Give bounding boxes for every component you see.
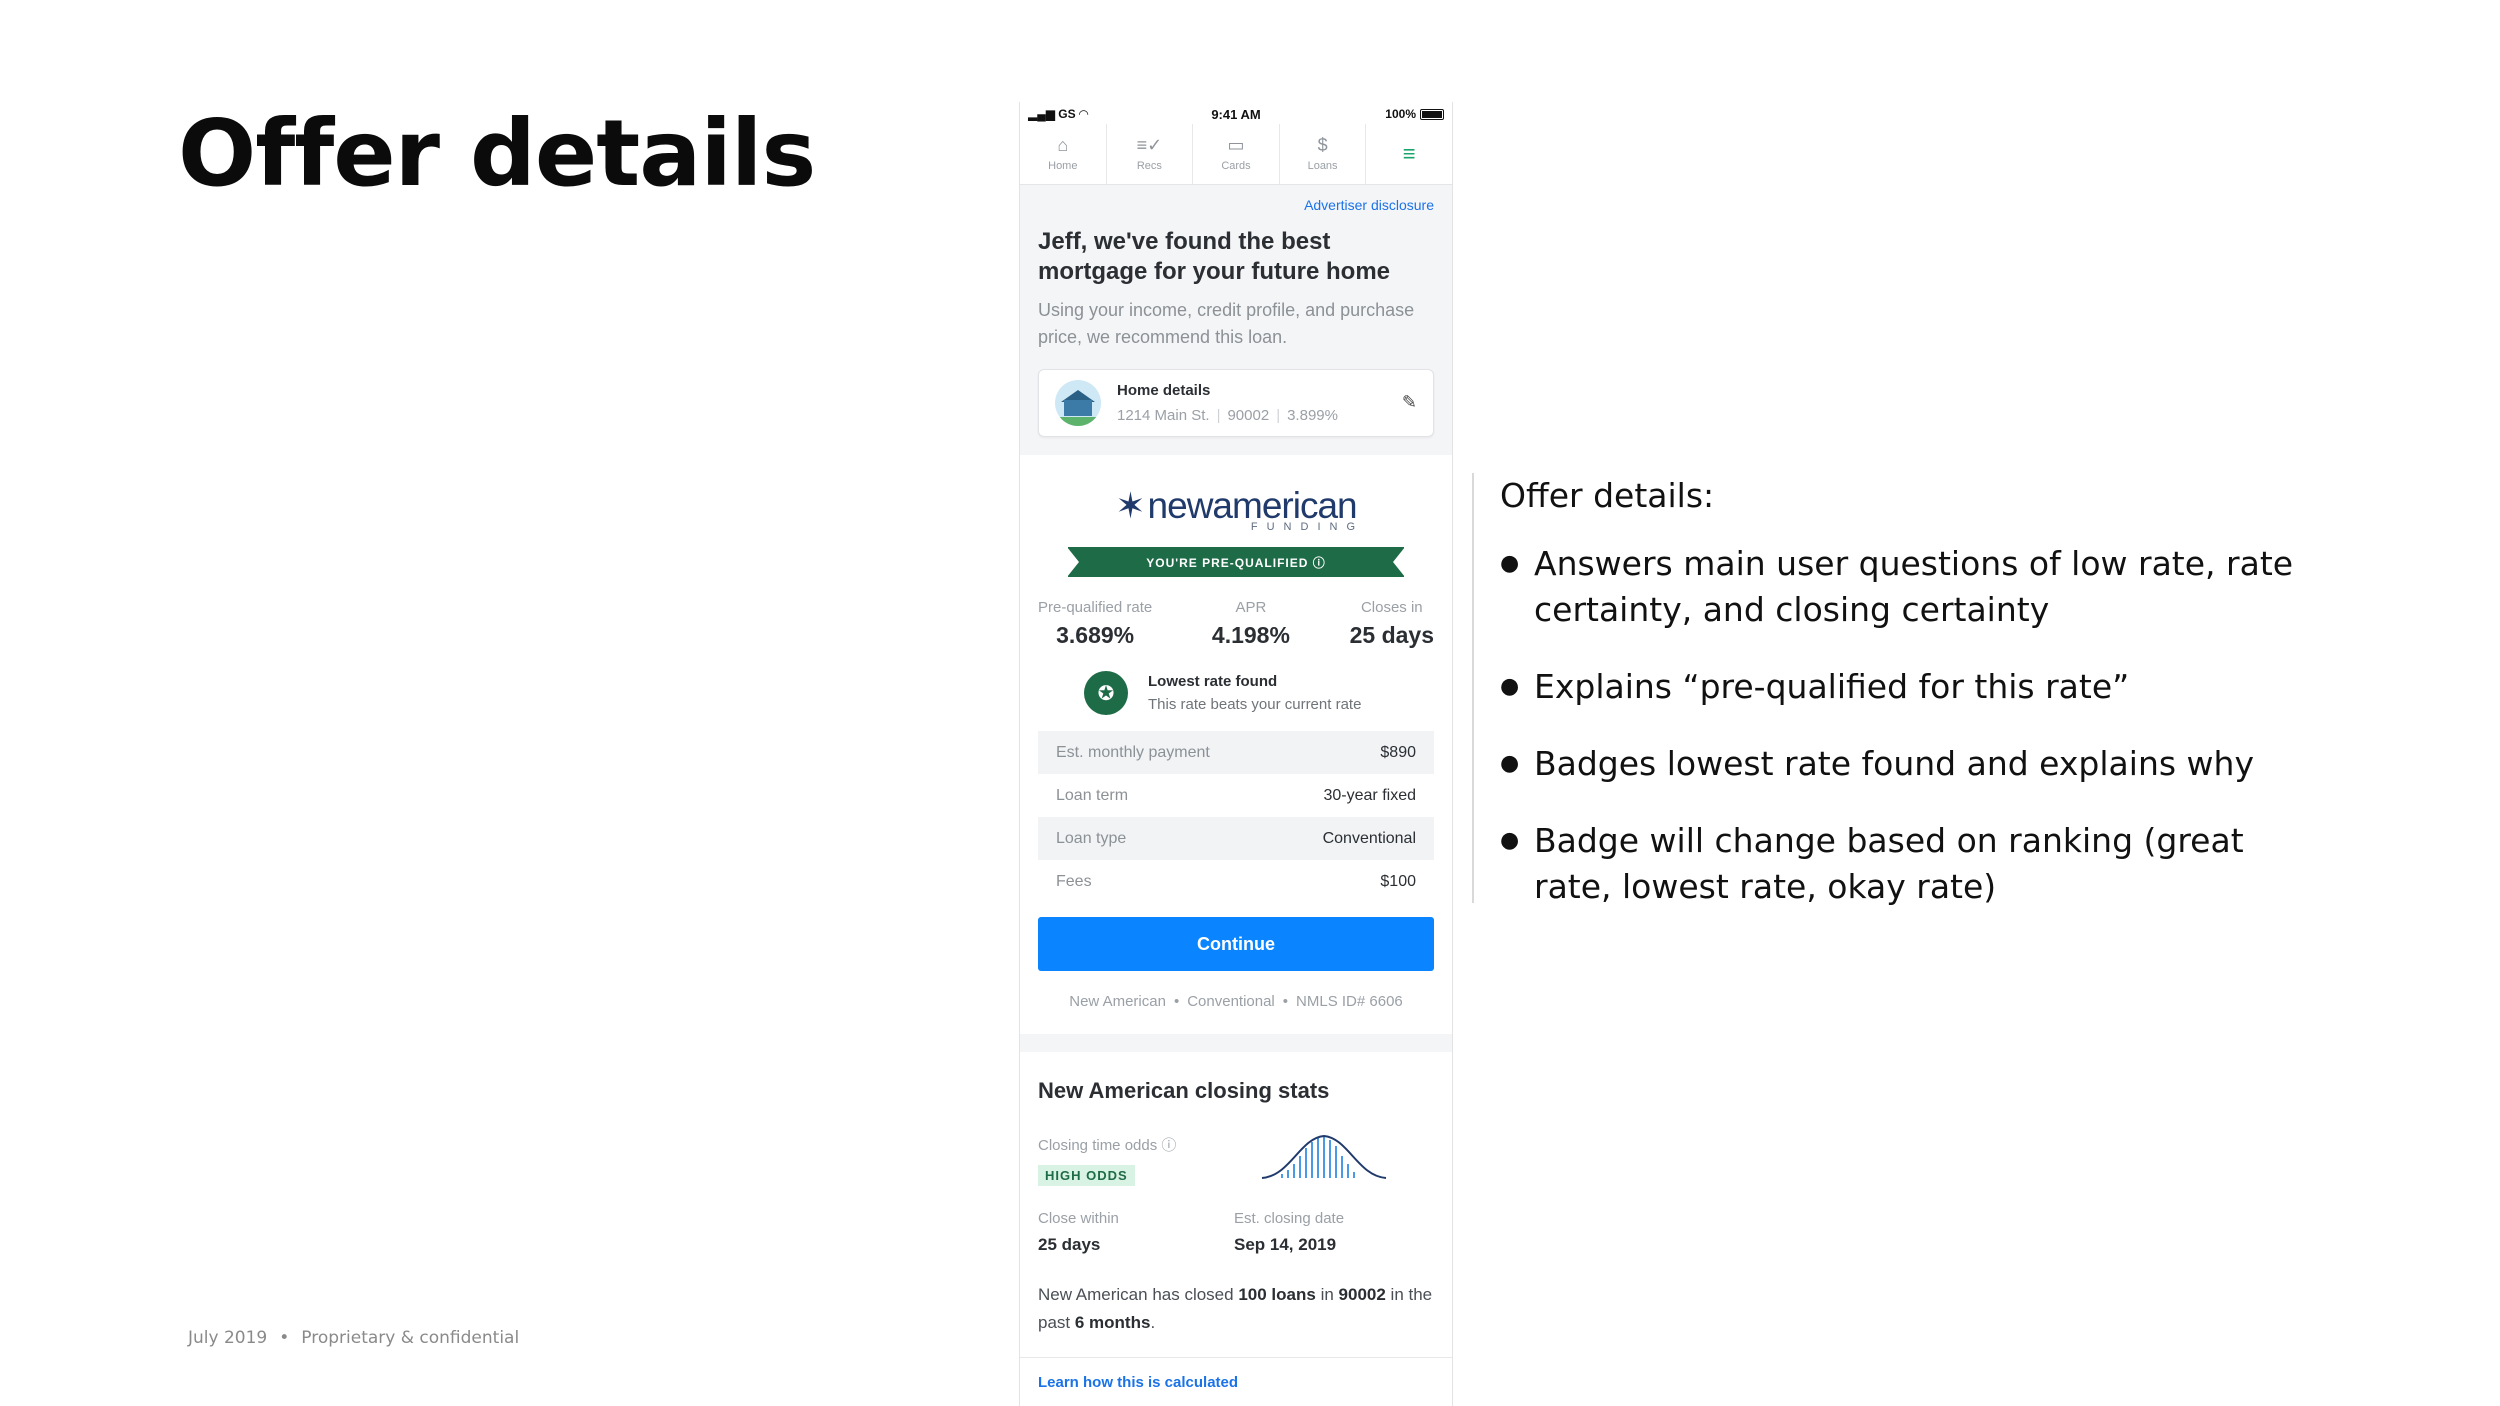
annotation-notes: Offer details: Answers main user questio… xyxy=(1500,476,2320,941)
offer-card: ✶ newamerican FUNDING YOU'RE PRE-QUALIFI… xyxy=(1020,455,1452,1034)
table-row: Est. monthly payment $890 xyxy=(1038,731,1434,774)
home-icon: ⌂ xyxy=(1057,135,1069,155)
footer-note: Proprietary & confidential xyxy=(301,1328,520,1348)
closing-distribution-graphic xyxy=(1261,1134,1387,1179)
tab-menu[interactable]: ≡ xyxy=(1366,124,1452,184)
meta-nmls: NMLS ID# 6606 xyxy=(1296,993,1403,1010)
stats-title: New American closing stats xyxy=(1038,1078,1330,1103)
close-within-label: Close within xyxy=(1038,1210,1119,1227)
closes-in-value: 25 days xyxy=(1349,622,1434,648)
meta-loan-type: Conventional xyxy=(1187,993,1275,1010)
prequalified-rate: Pre-qualified rate 3.689% xyxy=(1038,599,1152,649)
home-address: 1214 Main St. xyxy=(1117,407,1210,424)
detail-key: Est. monthly payment xyxy=(1056,743,1210,761)
detail-value: Conventional xyxy=(1322,829,1416,847)
tab-loans[interactable]: $ Loans xyxy=(1280,124,1367,184)
hero-subtext: Using your income, credit profile, and p… xyxy=(1038,300,1415,347)
apr: APR 4.198% xyxy=(1212,599,1290,649)
lender-meta: New American • Conventional • NMLS ID# 6606 xyxy=(1069,993,1403,1010)
odds-badge: HIGH ODDS xyxy=(1038,1165,1135,1186)
recs-icon: ≡✓ xyxy=(1136,135,1163,155)
tab-recs[interactable]: ≡✓ Recs xyxy=(1107,124,1194,184)
badge-subtitle: This rate beats your current rate xyxy=(1148,696,1362,713)
detail-key: Loan type xyxy=(1056,829,1127,847)
tab-cards[interactable]: ▭ Cards xyxy=(1193,124,1280,184)
advertiser-disclosure-link[interactable]: Advertiser disclosure xyxy=(1038,185,1434,217)
rate-summary: Pre-qualified rate 3.689% APR 4.198% Clo… xyxy=(1038,599,1434,649)
apr-label: APR xyxy=(1235,599,1267,616)
lowest-rate-badge: ✪ Lowest rate found This rate beats your… xyxy=(1084,671,1434,715)
tab-home-label: Home xyxy=(1048,160,1078,172)
slide-footer: July 2019 • Proprietary & confidential xyxy=(188,1328,519,1348)
hero-headline: Jeff, we've found the best mortgage for … xyxy=(1038,228,1391,285)
award-icon: ✪ xyxy=(1084,671,1128,715)
apr-value: 4.198% xyxy=(1211,622,1290,648)
detail-key: Fees xyxy=(1056,872,1092,890)
hero-section: Advertiser disclosure Jeff, we've found … xyxy=(1020,185,1452,455)
rate-label: Pre-qualified rate xyxy=(1038,599,1153,616)
rate-value: 3.689% xyxy=(1056,622,1135,648)
list-item: Badges lowest rate found and explains wh… xyxy=(1500,741,2320,787)
home-details-title: Home details xyxy=(1117,382,1211,399)
footer-separator: • xyxy=(279,1328,290,1348)
home-details-summary: 1214 Main St. | 90002 | 3.899% xyxy=(1117,407,1338,424)
tab-loans-label: Loans xyxy=(1307,160,1338,172)
list-item: Answers main user questions of low rate,… xyxy=(1500,541,2320,633)
closing-stats-grid: Close within 25 days Est. closing date S… xyxy=(1038,1210,1434,1255)
closing-stats-section: New American closing stats Closing time … xyxy=(1020,1052,1452,1406)
footer-date: July 2019 xyxy=(188,1328,268,1348)
list-item: Badge will change based on ranking (grea… xyxy=(1500,818,2320,910)
pencil-icon[interactable]: ✎ xyxy=(1402,392,1417,413)
meta-lender: New American xyxy=(1069,993,1166,1010)
star-icon: ✶ xyxy=(1115,485,1146,526)
learn-how-calculated-link[interactable]: Learn how this is calculated xyxy=(1020,1357,1452,1391)
close-within-value: 25 days xyxy=(1038,1235,1101,1254)
closing-date-label: Est. closing date xyxy=(1234,1210,1345,1227)
info-icon[interactable]: ⓘ xyxy=(1161,1137,1176,1154)
closes-in: Closes in 25 days xyxy=(1350,599,1434,649)
home-rate: 3.899% xyxy=(1287,407,1338,424)
phone-screen: ▂▄▆ GS ◠ 9:41 AM 100% ⌂ Home ≡✓ Recs ▭ C… xyxy=(1019,102,1453,1406)
table-row: Loan term 30-year fixed xyxy=(1038,774,1434,817)
lender-logo: ✶ newamerican FUNDING xyxy=(1038,485,1434,533)
tab-cards-label: Cards xyxy=(1221,160,1251,172)
notes-heading: Offer details: xyxy=(1500,476,1715,515)
house-icon xyxy=(1055,380,1101,426)
badge-title: Lowest rate found xyxy=(1148,673,1278,690)
status-bar: ▂▄▆ GS ◠ 9:41 AM 100% xyxy=(1020,102,1452,124)
battery-status: 100% xyxy=(1385,107,1444,121)
closes-in-label: Closes in xyxy=(1360,599,1423,616)
tab-recs-label: Recs xyxy=(1136,160,1162,172)
tab-home[interactable]: ⌂ Home xyxy=(1020,124,1107,184)
prequalified-banner[interactable]: YOU'RE PRE-QUALIFIED ⓘ xyxy=(1067,547,1405,577)
continue-button[interactable]: Continue xyxy=(1038,917,1434,971)
detail-value: $890 xyxy=(1380,743,1416,761)
table-row: Fees $100 xyxy=(1038,860,1434,903)
dollar-icon: $ xyxy=(1317,135,1328,155)
list-item: Explains “pre-qualified for this rate” xyxy=(1500,664,2320,710)
loan-details-table: Est. monthly payment $890 Loan term 30-y… xyxy=(1038,731,1434,903)
slide-title: Offer details xyxy=(178,100,816,207)
detail-value: 30-year fixed xyxy=(1323,786,1417,804)
menu-icon: ≡ xyxy=(1402,141,1416,166)
closing-date-value: Sep 14, 2019 xyxy=(1234,1235,1337,1254)
detail-value: $100 xyxy=(1380,872,1416,890)
home-zip: 90002 xyxy=(1227,407,1270,424)
battery-icon xyxy=(1420,108,1444,120)
divider-line xyxy=(1472,473,1474,903)
home-details-card[interactable]: Home details 1214 Main St. | 90002 | 3.899% … xyxy=(1038,369,1434,437)
notes-list: Answers main user questions of low rate,… xyxy=(1500,541,2320,910)
detail-key: Loan term xyxy=(1056,786,1129,804)
table-row: Loan type Conventional xyxy=(1038,817,1434,860)
tab-bar: ⌂ Home ≡✓ Recs ▭ Cards $ Loans ≡ xyxy=(1020,124,1452,185)
closed-loans-text: New American has closed 100 loans in 900… xyxy=(1038,1285,1433,1332)
card-icon: ▭ xyxy=(1227,135,1245,155)
